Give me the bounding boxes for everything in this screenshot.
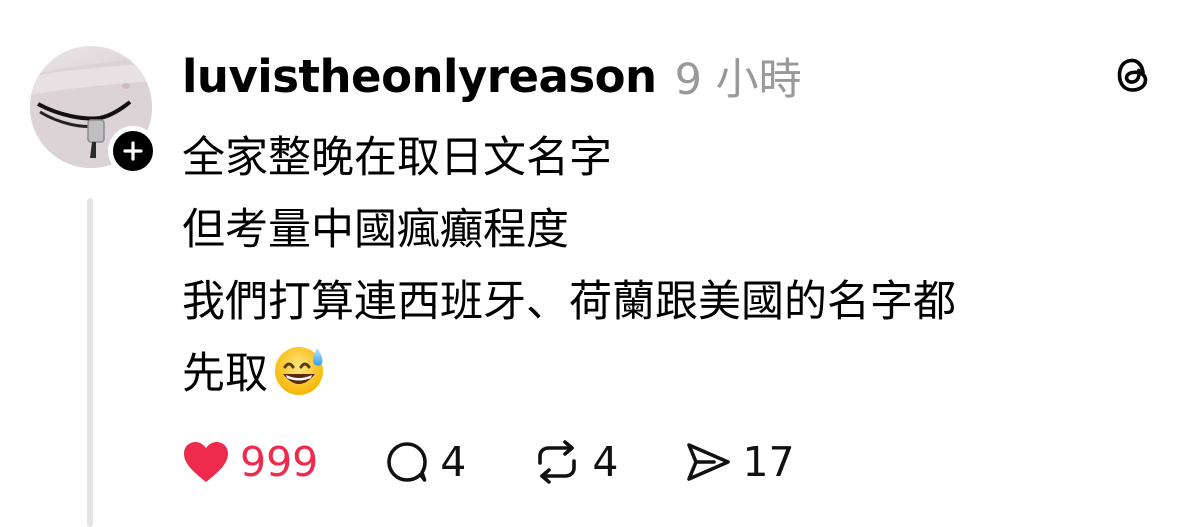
post-header: luvistheonlyreason 9 小時 [182,44,802,108]
post-text-line-4: 先取 [182,349,268,399]
follow-button[interactable] [108,126,158,176]
post-text-line-2: 但考量中國瘋癲程度 [182,205,569,255]
repost-arrows-icon [538,440,577,484]
action-bar: 999 4 4 17 [182,432,861,492]
send-arrow-icon [687,443,731,481]
repost-count: 4 [592,438,619,486]
like-button[interactable]: 999 [182,438,318,486]
comment-count: 4 [440,438,467,486]
post-text-line-1: 全家整晚在取日文名字 [182,133,612,183]
share-button[interactable]: 17 [684,438,795,486]
username-link[interactable]: luvistheonlyreason [182,50,657,103]
thread-connector-line [87,198,93,527]
heart-filled-icon [184,442,228,482]
post-text-line-3: 我們打算連西班牙、荷蘭跟美國的名字都 [182,277,956,327]
post-timestamp: 9 小時 [674,55,802,105]
like-count: 999 [240,438,319,486]
post-body: 全家整晚在取日文名字 但考量中國瘋癲程度 我們打算連西班牙、荷蘭跟美國的名字都 … [182,122,1172,410]
repost-button[interactable]: 4 [532,438,618,486]
grinning-face-with-sweat-emoji [275,347,323,395]
plus-icon [123,141,143,161]
speech-bubble-icon [387,442,428,482]
comment-button[interactable]: 4 [384,438,466,486]
share-count: 17 [742,438,795,486]
thread-post: luvistheonlyreason 9 小時 全家整晚在取日文名字 但考量中國… [0,0,1200,527]
threads-logo-icon[interactable] [1110,52,1156,98]
post-text-line-4-wrapper: 先取 [182,338,1172,410]
